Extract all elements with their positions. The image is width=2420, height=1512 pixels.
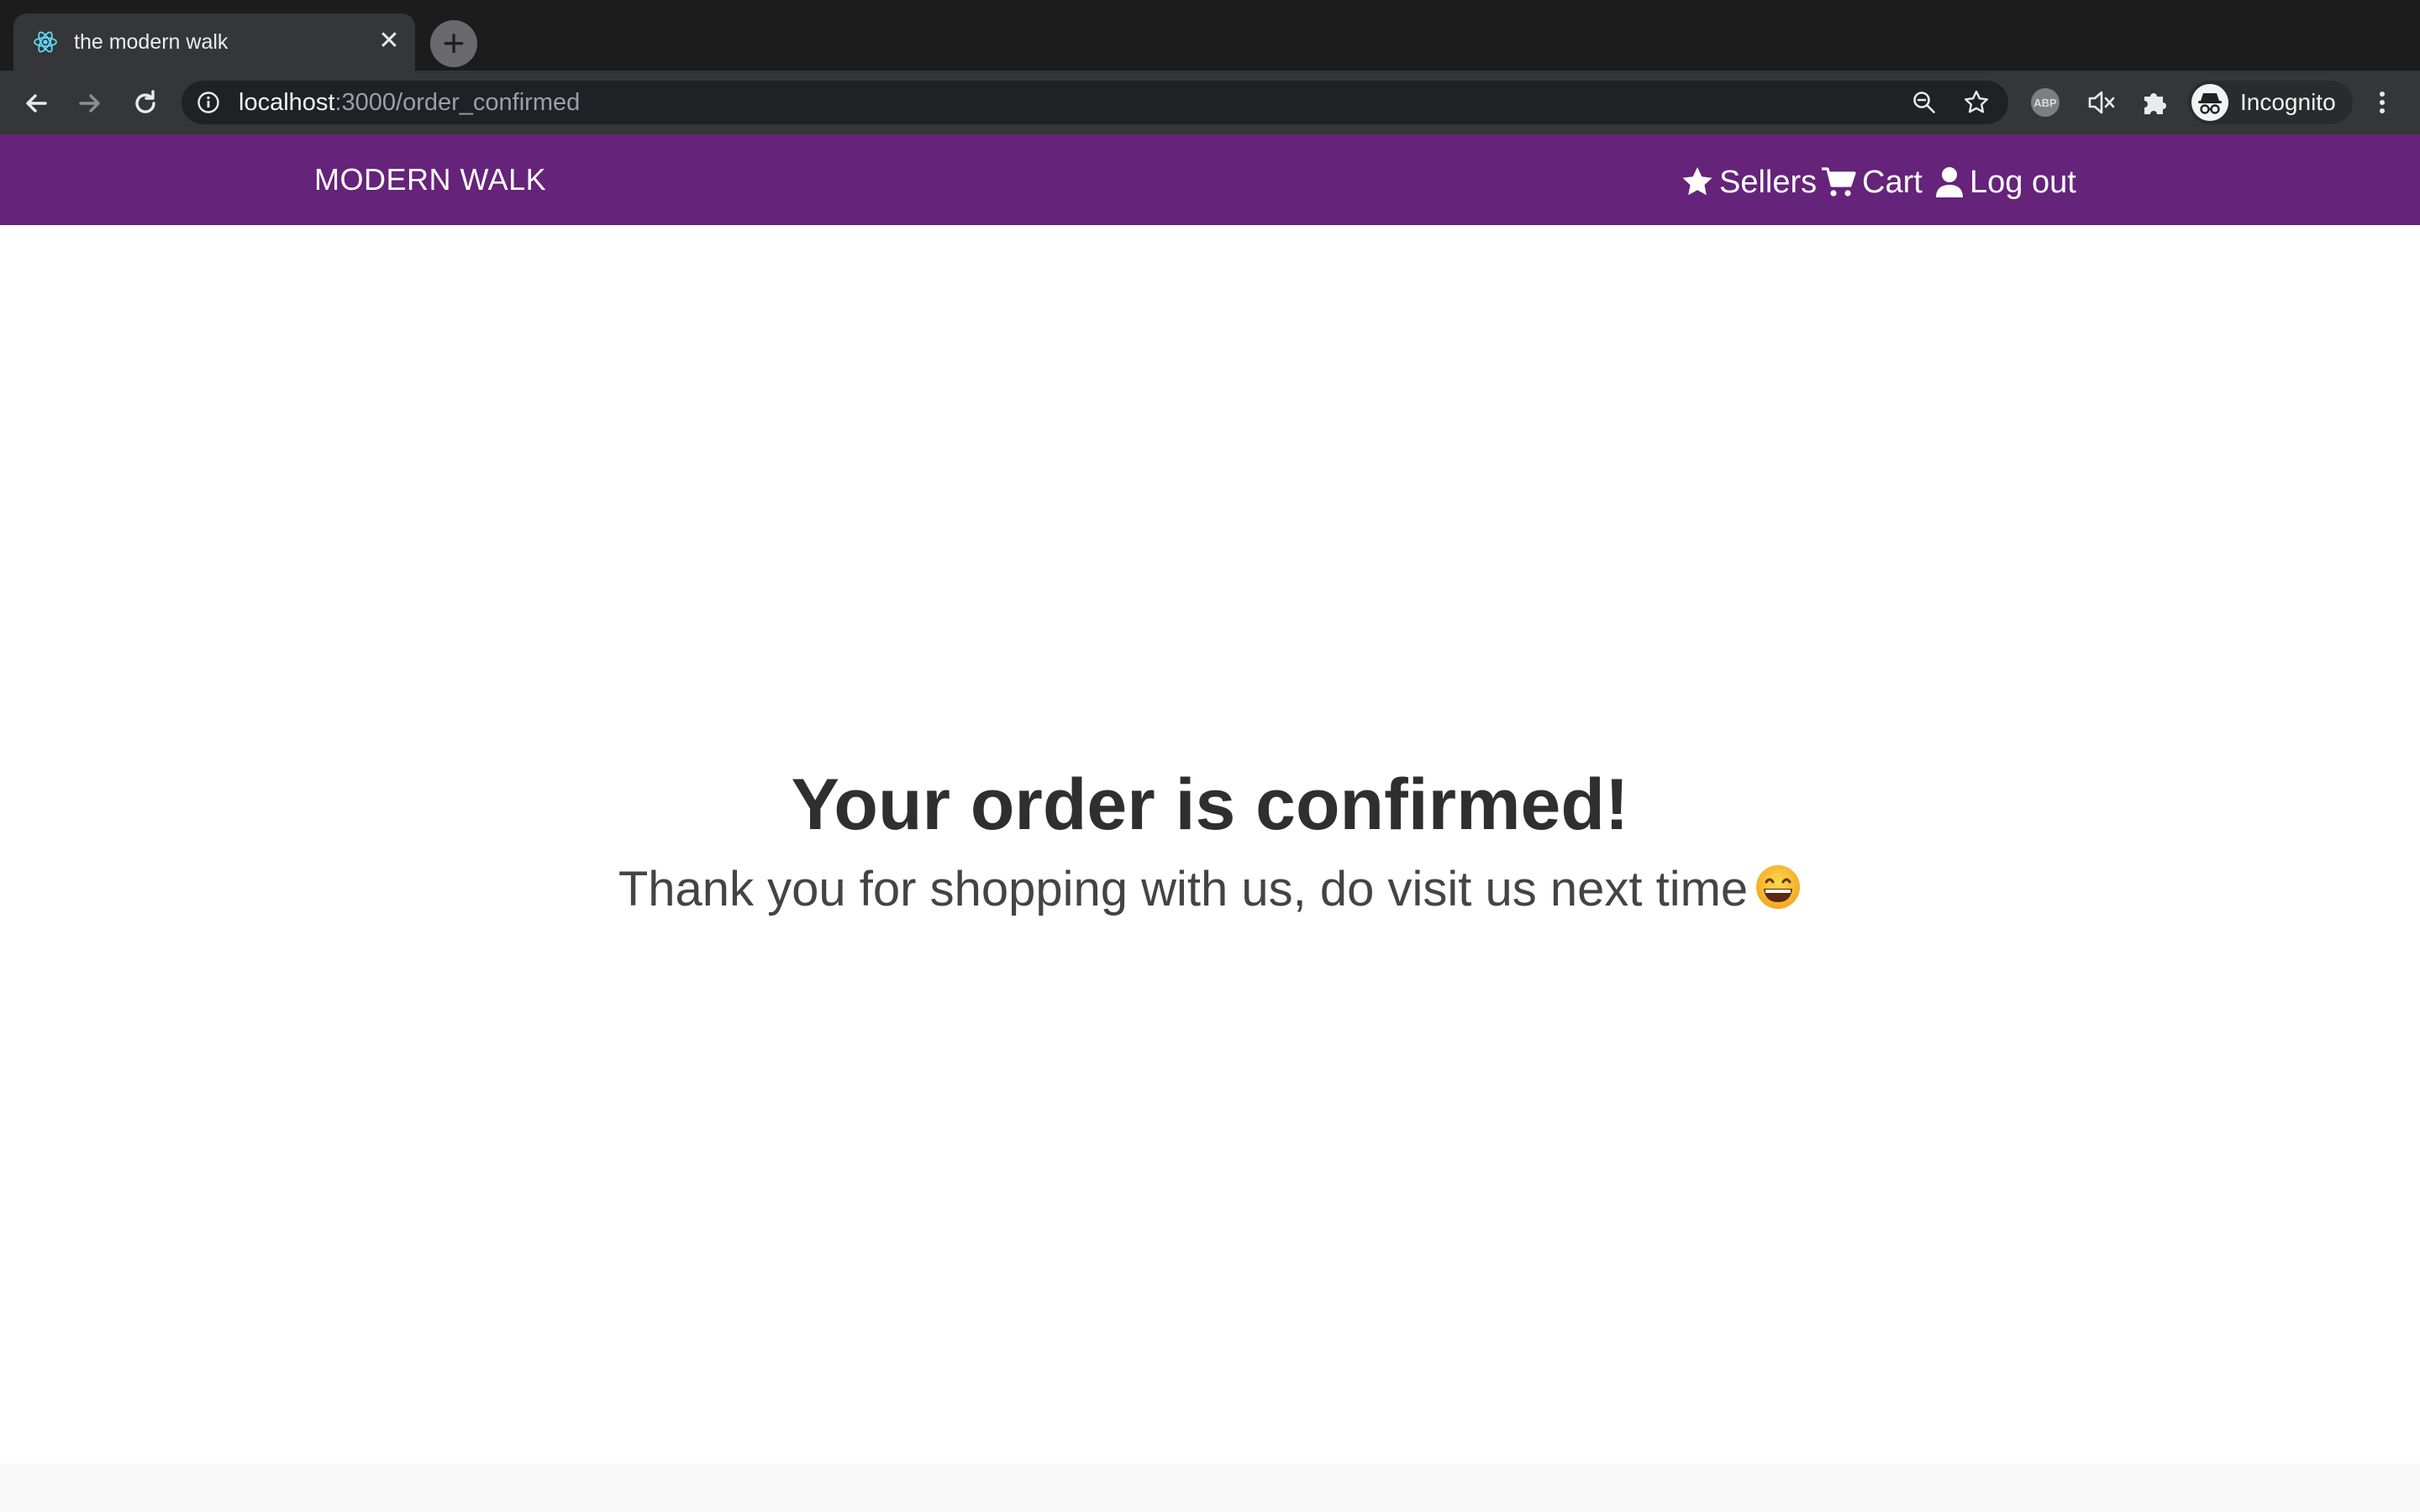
address-bar[interactable]: localhost:3000/order_confirmed [182, 81, 2008, 124]
info-icon[interactable] [197, 91, 220, 114]
main-content: Your order is confirmed! Thank you for s… [0, 225, 2420, 1463]
nav-link-cart-label: Cart [1862, 165, 1923, 200]
cart-icon [1822, 167, 1856, 197]
nav-link-logout-label: Log out [1970, 165, 2076, 200]
reload-icon[interactable] [128, 86, 163, 121]
url-host: localhost [239, 89, 335, 116]
svg-text:ABP: ABP [2033, 97, 2057, 109]
kebab-menu-icon[interactable] [2370, 87, 2395, 118]
thank-you-message: Thank you for shopping with us, do visit… [0, 860, 2420, 919]
nav-link-logout[interactable]: Log out [1934, 163, 2076, 202]
brand-logo-link[interactable]: MODERN WALK [314, 161, 546, 198]
browser-tab[interactable]: the modern walk ✕ [13, 13, 415, 71]
forward-arrow-icon[interactable] [72, 86, 108, 121]
new-tab-button[interactable]: + [430, 20, 477, 67]
incognito-profile-button[interactable]: Incognito [2188, 81, 2353, 124]
browser-tab-strip: the modern walk ✕ + [0, 0, 2420, 71]
page-footer-strip [0, 1463, 2420, 1512]
back-arrow-icon[interactable] [18, 86, 54, 121]
incognito-label: Incognito [2240, 89, 2336, 115]
nav-link-sellers-label: Sellers [1719, 165, 1818, 200]
incognito-icon [2191, 84, 2228, 121]
tab-close-icon[interactable]: ✕ [375, 27, 403, 55]
user-icon [1936, 167, 1963, 197]
react-atom-icon [34, 31, 57, 53]
grinning-face-emoji [1756, 865, 1801, 909]
url-path: :3000/order_confirmed [334, 89, 581, 116]
muted-speaker-icon[interactable] [2086, 87, 2116, 118]
puzzle-icon[interactable] [2139, 87, 2170, 118]
url-text[interactable]: localhost:3000/order_confirmed [239, 88, 580, 117]
star-icon [1682, 167, 1712, 196]
site-navbar: MODERN WALK Sellers Cart Log out [0, 134, 2420, 225]
tab-title: the modern walk [74, 30, 229, 54]
nav-link-cart[interactable]: Cart [1820, 163, 1923, 202]
browser-toolbar: localhost:3000/order_confirmed ABP Incog… [0, 71, 2420, 134]
star-icon[interactable] [1963, 89, 1990, 116]
order-confirmed-heading: Your order is confirmed! [791, 764, 1629, 845]
adblock-icon[interactable]: ABP [2030, 87, 2060, 118]
nav-link-sellers[interactable]: Sellers [1681, 163, 1817, 202]
thank-you-text: Thank you for shopping with us, do visit… [618, 862, 1749, 916]
zoom-icon[interactable] [1911, 89, 1938, 116]
